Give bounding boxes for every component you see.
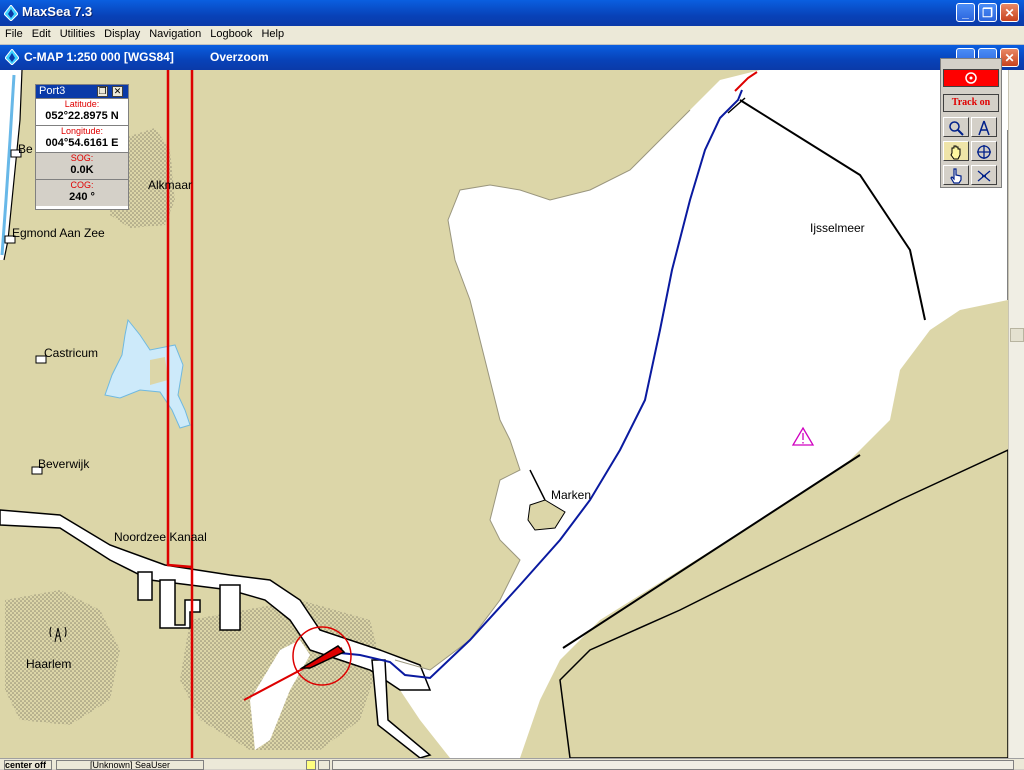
port3-title-bar[interactable]: Port3 ❐ ✕ [36, 85, 128, 98]
label-ijsselmeer: Ijsselmeer [810, 221, 865, 235]
port3-title: Port3 [39, 85, 66, 97]
center-off-indicator[interactable]: center off [4, 760, 52, 770]
track-on-button[interactable]: Track on [943, 94, 999, 112]
label-alkmaar: Alkmaar [148, 178, 193, 192]
select-tool-button[interactable] [943, 165, 969, 185]
latitude-value: 052°22.8975 N [45, 110, 119, 122]
cog-label: COG: [70, 180, 94, 190]
label-bergen: Be [18, 142, 33, 156]
label-marken: Marken [551, 488, 592, 502]
route-icon [977, 170, 991, 182]
maxsea-app-icon [4, 5, 18, 21]
label-egmond-aan-zee: Egmond Aan Zee [12, 226, 105, 240]
pointing-hand-icon [950, 168, 962, 184]
hand-icon [950, 145, 961, 160]
close-button[interactable]: ✕ [1000, 3, 1019, 22]
sog-cell: SOG: 0.0K [36, 152, 128, 179]
status-yellow-box [306, 760, 316, 770]
port3-close-button[interactable]: ✕ [112, 86, 123, 97]
cog-cell: COG: 240 ° [36, 179, 128, 206]
chart-map[interactable]: Be Alkmaar Egmond Aan Zee Castricum Beve… [0, 70, 1008, 758]
menu-help[interactable]: Help [256, 26, 288, 40]
crosshair-icon [977, 145, 991, 159]
sog-value: 0.0K [70, 164, 94, 176]
app-title: MaxSea 7.3 [22, 4, 93, 19]
minimize-button[interactable]: _ [956, 3, 975, 22]
zoom-tool-button[interactable] [943, 117, 969, 137]
menu-logbook[interactable]: Logbook [205, 26, 256, 40]
chart-window-icon [5, 49, 19, 65]
overzoom-indicator: Overzoom [210, 50, 269, 64]
menu-utilities[interactable]: Utilities [55, 26, 99, 40]
user-status: [Unknown] SeaUser [56, 760, 204, 770]
compass-tool-button[interactable] [971, 117, 997, 137]
longitude-label: Longitude: [60, 126, 104, 136]
target-icon [965, 72, 977, 84]
port3-restore-button[interactable]: ❐ [97, 86, 108, 97]
sog-label: SOG: [70, 153, 94, 163]
longitude-value: 004°54.6161 E [45, 137, 119, 149]
menu-display[interactable]: Display [99, 26, 144, 40]
horizontal-scrollbar[interactable] [332, 760, 1014, 770]
crosshair-tool-button[interactable] [971, 141, 997, 161]
chart-tool-palette: Track on [940, 58, 1002, 188]
map-vertical-scrollbar[interactable] [1008, 70, 1024, 758]
longitude-cell: Longitude: 004°54.6161 E [36, 125, 128, 152]
restore-button[interactable]: ❐ [978, 3, 997, 22]
status-bar: center off [Unknown] SeaUser [0, 758, 1024, 770]
label-beverwijk: Beverwijk [38, 457, 90, 471]
menu-file[interactable]: File [0, 26, 27, 40]
label-haarlem: Haarlem [26, 657, 72, 671]
pan-tool-button[interactable] [943, 141, 969, 161]
mob-button[interactable] [943, 69, 999, 87]
latitude-label: Latitude: [64, 99, 100, 109]
chart-canvas[interactable] [0, 70, 1008, 758]
latitude-cell: Latitude: 052°22.8975 N [36, 98, 128, 125]
label-noordzee-kanaal: Noordzee Kanaal [114, 530, 207, 544]
chart-close-button[interactable]: ✕ [1000, 48, 1019, 67]
cog-value: 240 ° [69, 191, 95, 203]
menu-navigation[interactable]: Navigation [144, 26, 205, 40]
app-title-bar: MaxSea 7.3 _ ❐ ✕ [0, 0, 1024, 26]
port3-position-panel[interactable]: Port3 ❐ ✕ Latitude: 052°22.8975 N Longit… [35, 84, 129, 210]
dividers-icon [978, 120, 990, 136]
label-castricum: Castricum [44, 346, 99, 360]
chart-scale-title: C-MAP 1:250 000 [WGS84] [24, 50, 174, 64]
route-tool-button[interactable] [971, 165, 997, 185]
scrollbar-thumb[interactable] [1010, 328, 1024, 342]
menu-bar: File Edit Utilities Display Navigation Logboo… [0, 26, 1024, 45]
magnifier-icon [949, 121, 964, 136]
status-pen-icon[interactable] [318, 760, 330, 770]
chart-window-title-bar: C-MAP 1:250 000 [WGS84] Overzoom ✕ [0, 45, 1024, 70]
menu-edit[interactable]: Edit [27, 26, 55, 40]
